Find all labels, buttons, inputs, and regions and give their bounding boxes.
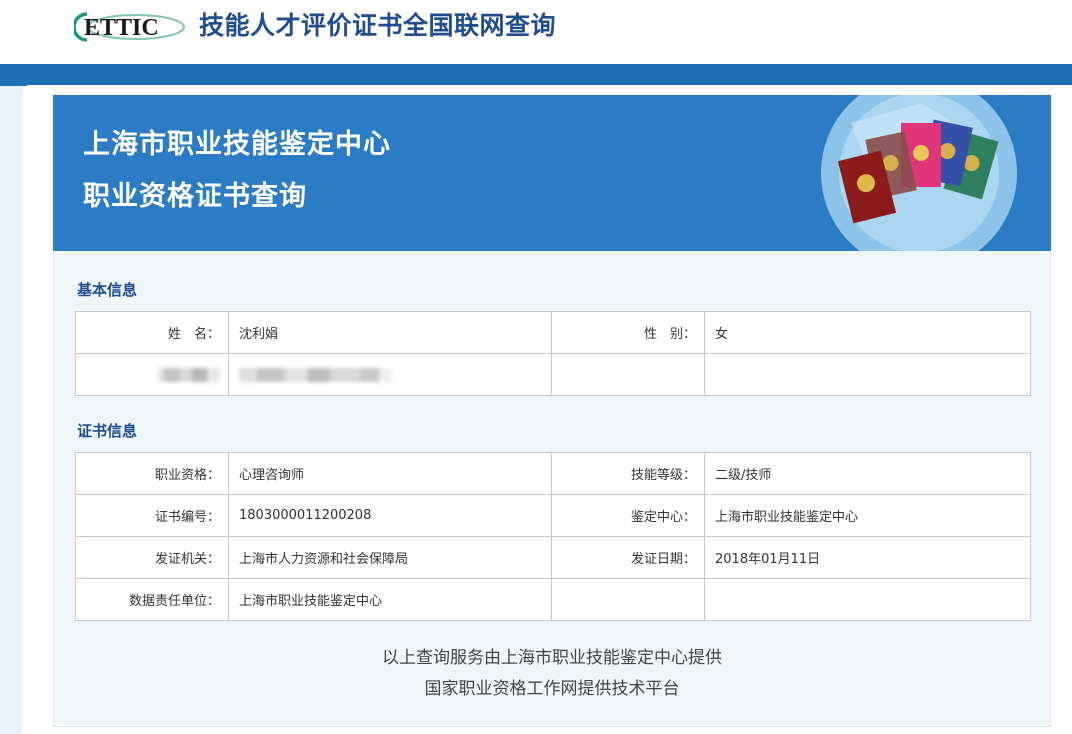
cert-info-title: 证书信息	[77, 422, 138, 440]
empty-cell	[551, 353, 705, 396]
redacted-text	[239, 367, 391, 382]
issuer-label: 发证机关：	[75, 536, 229, 579]
skill-level-value: 二级/技师	[704, 452, 1031, 495]
table-row: 数据责任单位： 上海市职业技能鉴定中心	[75, 578, 1031, 621]
name-label: 姓 名：	[75, 311, 229, 354]
basic-info-table: 姓 名： 沈利娟 性 别： 女	[75, 311, 1031, 396]
data-owner-label: 数据责任单位：	[75, 578, 229, 621]
platform-note: 国家职业资格工作网提供技术平台	[424, 679, 680, 699]
issue-date-label: 发证日期：	[551, 536, 705, 579]
empty-cell	[704, 353, 1031, 396]
table-row: 职业资格： 心理咨询师 技能等级： 二级/技师	[75, 452, 1031, 495]
gender-value: 女	[704, 311, 1031, 354]
cert-number-label: 证书编号：	[75, 494, 229, 537]
gender-label: 性 别：	[551, 311, 705, 354]
occupation-label: 职业资格：	[75, 452, 229, 495]
service-provider-note: 以上查询服务由上海市职业技能鉴定中心提供	[382, 648, 722, 668]
top-header: ETTIC 技能人才评价证书全国联网查询	[0, 0, 1072, 64]
name-value: 沈利娟	[228, 311, 552, 354]
cert-number-value: 1803000011200208	[228, 494, 552, 537]
table-row	[75, 353, 1031, 396]
empty-cell	[551, 578, 705, 621]
basic-info-title: 基本信息	[77, 281, 138, 299]
redacted-text	[158, 367, 220, 382]
appraisal-center-label: 鉴定中心：	[551, 494, 705, 537]
table-row: 发证机关： 上海市人力资源和社会保障局 发证日期： 2018年01月11日	[75, 536, 1031, 579]
logo-text: ETTIC	[84, 15, 159, 41]
site-title: 技能人才评价证书全国联网查询	[199, 11, 557, 40]
issuer-value: 上海市人力资源和社会保障局	[228, 536, 552, 579]
hero-banner: 上海市职业技能鉴定中心 职业资格证书查询	[53, 95, 1051, 251]
data-owner-value: 上海市职业技能鉴定中心	[228, 578, 552, 621]
hero-title: 上海市职业技能鉴定中心	[83, 129, 391, 160]
hero-subtitle: 职业资格证书查询	[83, 181, 307, 212]
cert-info-table: 职业资格： 心理咨询师 技能等级： 二级/技师 证书编号： 1803000011…	[75, 452, 1031, 621]
table-row: 证书编号： 1803000011200208 鉴定中心： 上海市职业技能鉴定中心	[75, 494, 1031, 537]
redacted-value	[228, 353, 552, 396]
certificates-illustration	[821, 95, 1017, 251]
skill-level-label: 技能等级：	[551, 452, 705, 495]
appraisal-center-value: 上海市职业技能鉴定中心	[704, 494, 1031, 537]
table-row: 姓 名： 沈利娟 性 别： 女	[75, 311, 1031, 354]
ettic-logo[interactable]: ETTIC	[74, 11, 188, 43]
occupation-value: 心理咨询师	[228, 452, 552, 495]
empty-cell	[704, 578, 1031, 621]
redacted-label	[75, 353, 229, 396]
issue-date-value: 2018年01月11日	[704, 536, 1031, 579]
